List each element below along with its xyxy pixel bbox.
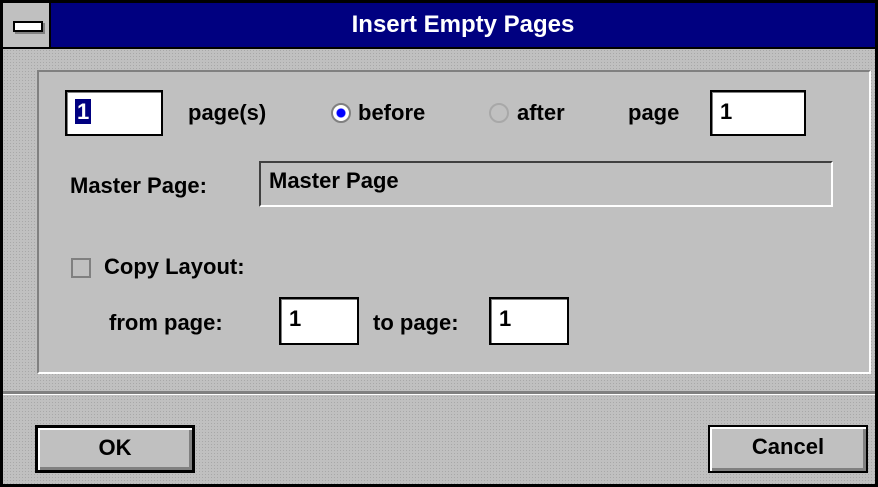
before-radio[interactable]	[331, 103, 351, 123]
cancel-button[interactable]: Cancel	[708, 425, 868, 473]
from-page-value: 1	[289, 306, 302, 331]
from-page-label: from page:	[109, 310, 223, 335]
to-page-label: to page:	[373, 310, 459, 335]
page-count-value: 1	[75, 99, 92, 124]
master-page-field[interactable]: Master Page	[259, 161, 833, 207]
copy-layout-checkbox[interactable]	[71, 258, 91, 278]
system-menu-icon[interactable]	[3, 3, 51, 47]
master-page-value: Master Page	[269, 168, 399, 193]
to-page-value: 1	[499, 306, 512, 331]
copy-layout-label[interactable]: Copy Layout:	[104, 254, 245, 280]
to-page-field[interactable]: 1	[489, 297, 569, 345]
ok-button[interactable]: OK	[35, 425, 195, 473]
target-page-value: 1	[720, 99, 733, 124]
insert-empty-pages-dialog: Insert Empty Pages 1 page(s) before afte…	[0, 0, 878, 487]
target-page-field[interactable]: 1	[710, 90, 806, 136]
after-radio-label[interactable]: after	[517, 100, 565, 126]
pages-label: page(s)	[188, 100, 267, 125]
cancel-button-label: Cancel	[751, 434, 825, 459]
dialog-title: Insert Empty Pages	[351, 11, 575, 38]
from-page-field[interactable]: 1	[279, 297, 359, 345]
ok-button-label: OK	[98, 435, 132, 460]
page-count-field[interactable]: 1	[65, 90, 163, 136]
after-radio[interactable]	[489, 103, 509, 123]
before-radio-label[interactable]: before	[358, 100, 425, 126]
title-bar[interactable]: Insert Empty Pages	[3, 3, 875, 49]
master-page-label: Master Page:	[70, 173, 207, 198]
page-label: page	[628, 100, 680, 125]
